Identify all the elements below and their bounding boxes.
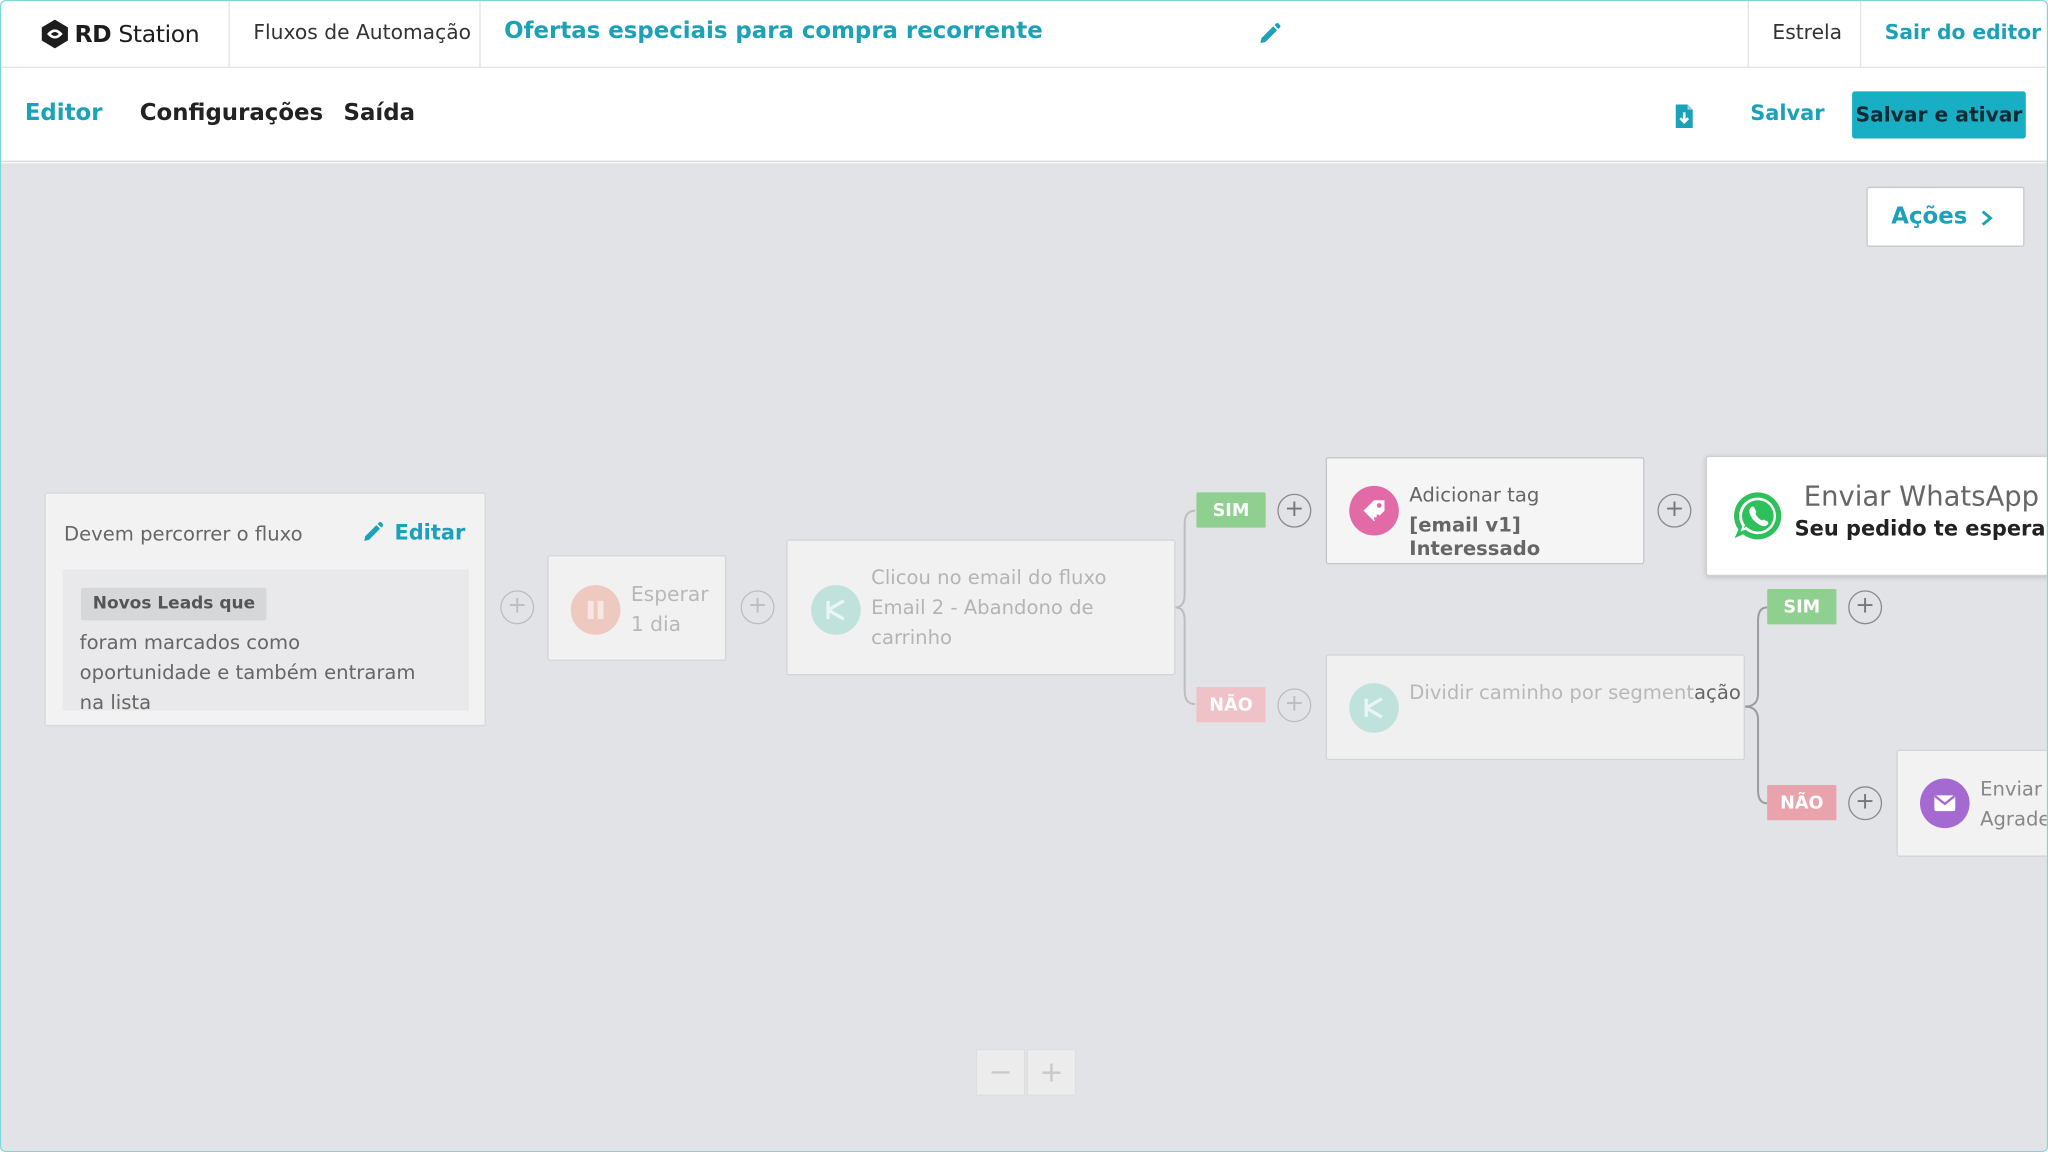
condition-label: Clicou no email do fluxo: [871, 565, 1107, 590]
add-tag-step-card[interactable]: Adicionar tag [email v1] Interessado: [1325, 457, 1645, 565]
condition-description: foram marcados como oportunidade e també…: [79, 630, 416, 715]
app-stage: RD Station Fluxos de Automação Ofertas e…: [0, 0, 2048, 1152]
zoom-out-button[interactable]: −: [975, 1048, 1026, 1096]
add-step-button[interactable]: +: [740, 590, 775, 625]
editor-toolbar: Editor Configurações Saída Salvar Salvar…: [1, 67, 2047, 162]
rd-logo-icon: [41, 19, 68, 49]
branch-yes-badge: SIM: [1767, 589, 1837, 625]
add-step-button[interactable]: +: [1657, 493, 1692, 528]
brand-bold: RD: [74, 20, 112, 48]
flow-title: Ofertas especiais para compra recorrente: [504, 18, 1043, 45]
flow-canvas[interactable]: Ações Devem percorrer o fluxo Editar Nov…: [1, 163, 2048, 1151]
whatsapp-message-name: Seu pedido te espera!: [1794, 515, 2048, 541]
tag-name: [email v1] Interessado: [1409, 513, 1541, 561]
split-segmentation-step-card[interactable]: Dividir caminho por segmentação: [1325, 654, 1745, 761]
edit-label: Editar: [394, 519, 466, 545]
email-action-label: Enviar E: [1980, 777, 2047, 801]
user-name[interactable]: Estrela: [1772, 21, 1842, 45]
whatsapp-action-label: Enviar WhatsApp: [1803, 480, 2040, 512]
trigger-heading: Devem percorrer o fluxo: [63, 522, 303, 546]
add-step-button[interactable]: +: [1848, 590, 1883, 625]
pause-icon: [570, 585, 621, 635]
split-label-strong: ação: [1694, 680, 1741, 704]
trigger-conditions: Novos Leads que foram marcados como opor…: [62, 569, 469, 714]
exit-editor-link[interactable]: Sair do editor: [1885, 21, 2041, 45]
chevron-right-icon: [1981, 210, 1993, 226]
add-step-button[interactable]: +: [1277, 493, 1312, 528]
actions-label: Ações: [1891, 203, 1968, 230]
branch-no-badge: NÃO: [1196, 687, 1266, 723]
condition-chip: Novos Leads que: [80, 587, 267, 621]
download-file-icon[interactable]: [1673, 103, 1695, 129]
condition-step-card[interactable]: Clicou no email do fluxo Email 2 - Aband…: [786, 539, 1176, 676]
divider: [1859, 1, 1862, 68]
breadcrumb-automation-flows[interactable]: Fluxos de Automação: [253, 21, 471, 45]
split-label-faded: Dividir caminho por segment: [1409, 680, 1695, 704]
branch-no-badge: NÃO: [1767, 784, 1837, 821]
divider: [479, 1, 481, 68]
trigger-card[interactable]: Devem percorrer o fluxo Editar Novos Lea…: [44, 492, 486, 727]
brand-rest: Station: [118, 20, 200, 48]
whatsapp-icon: [1734, 492, 1782, 540]
envelope-icon: [1919, 778, 1970, 829]
wait-label: Esperar: [630, 582, 709, 607]
rd-station-logo[interactable]: RD Station: [40, 18, 200, 49]
zoom-in-button[interactable]: +: [1026, 1048, 1077, 1096]
app-window: RD Station Fluxos de Automação Ofertas e…: [0, 0, 2048, 1152]
divider: [1747, 1, 1749, 68]
wait-step-card[interactable]: Esperar 1 dia: [547, 555, 727, 661]
tab-settings[interactable]: Configurações: [140, 101, 323, 127]
wait-duration: 1 dia: [630, 612, 682, 637]
split-branch-icon: [811, 585, 861, 635]
condition-email-name: Email 2 - Abandono de carrinho: [871, 595, 1094, 650]
email-name: Agrade: [1980, 807, 2048, 831]
add-step-button[interactable]: +: [500, 590, 535, 625]
tab-editor[interactable]: Editor: [25, 101, 103, 127]
zoom-controls: − +: [975, 1048, 1077, 1096]
save-button[interactable]: Salvar: [1750, 101, 1824, 126]
add-step-button[interactable]: +: [1848, 786, 1883, 821]
add-step-button[interactable]: +: [1277, 688, 1312, 723]
edit-trigger-button[interactable]: Editar: [362, 520, 465, 545]
split-branch-icon: [1349, 683, 1399, 733]
actions-button[interactable]: Ações: [1866, 186, 2025, 247]
send-email-step-card[interactable]: Enviar E Agrade: [1896, 749, 2048, 857]
tab-exit[interactable]: Saída: [344, 101, 416, 127]
pencil-icon: [364, 521, 384, 541]
save-and-activate-button[interactable]: Salvar e ativar: [1852, 91, 2026, 139]
top-bar: RD Station Fluxos de Automação Ofertas e…: [1, 1, 2047, 68]
tag-icon: [1349, 485, 1399, 536]
edit-title-pencil-icon[interactable]: [1258, 22, 1282, 46]
tag-action-label: Adicionar tag: [1409, 483, 1540, 507]
branch-yes-badge: SIM: [1196, 492, 1266, 528]
whatsapp-step-card[interactable]: Enviar WhatsApp Seu pedido te espera!: [1705, 455, 2048, 576]
divider: [228, 1, 230, 68]
